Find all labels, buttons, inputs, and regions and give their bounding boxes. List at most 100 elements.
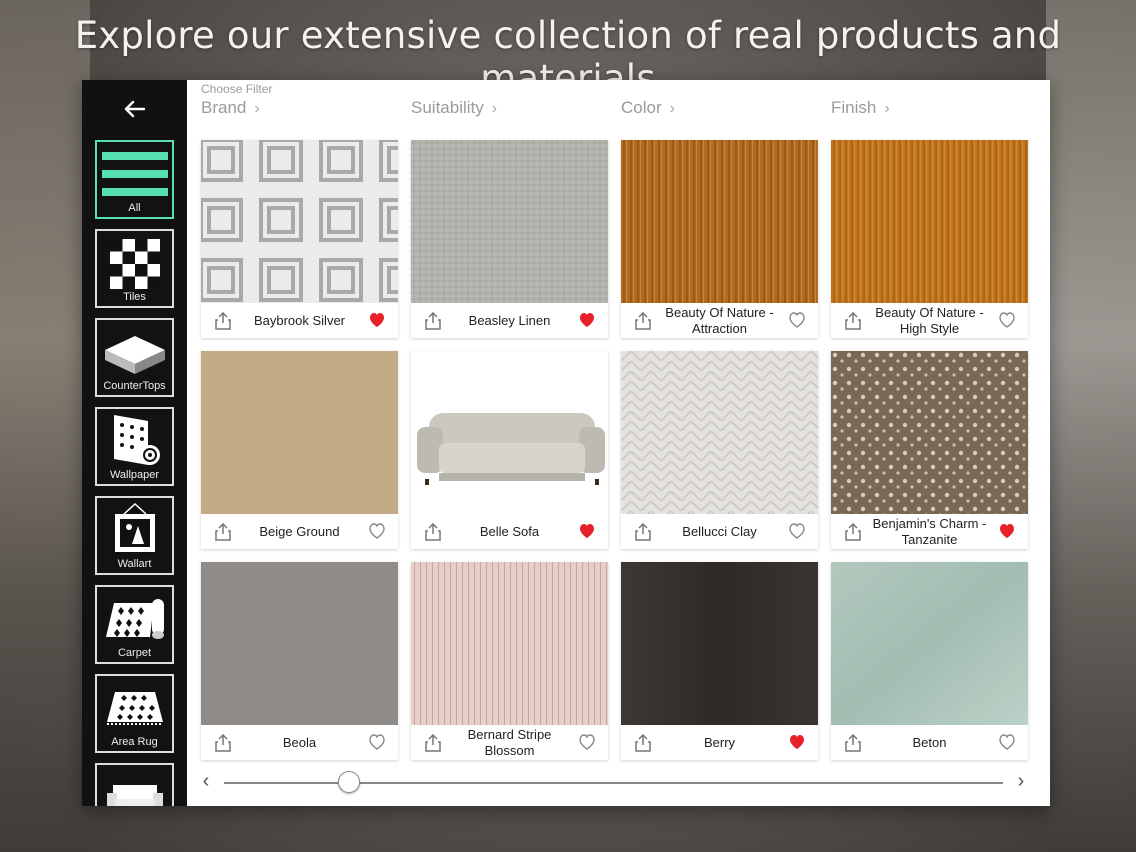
scroll-thumb[interactable] [337, 771, 360, 793]
heart-outline-icon[interactable] [368, 522, 386, 540]
carpet-roll-icon [105, 599, 164, 639]
filter-brand[interactable]: Brand › [201, 98, 260, 118]
filter-finish[interactable]: Finish › [831, 98, 890, 118]
heart-outline-icon[interactable] [998, 311, 1016, 329]
heart-outline-icon[interactable] [788, 522, 806, 540]
category-tiles[interactable]: Tiles [95, 229, 174, 308]
arrow-left-icon [124, 100, 146, 118]
product-swatch[interactable] [621, 562, 818, 725]
product-info-bar: Benjamin's Charm - Tanzanite [831, 514, 1028, 549]
heart-filled-icon[interactable] [368, 311, 386, 329]
filter-label: Brand [201, 98, 247, 117]
category-label: Tiles [123, 291, 146, 303]
product-swatch[interactable] [831, 140, 1028, 303]
share-icon[interactable] [215, 733, 231, 752]
heart-outline-icon[interactable] [578, 733, 596, 751]
product-swatch[interactable] [201, 351, 398, 514]
category-furniture[interactable] [95, 763, 174, 806]
filter-color[interactable]: Color › [621, 98, 675, 118]
share-icon[interactable] [635, 522, 651, 541]
product-tile[interactable]: Beige Ground [201, 351, 398, 549]
framed-art-icon [114, 502, 155, 552]
product-tile[interactable]: Berry [621, 562, 818, 760]
background-blur-right [1046, 0, 1136, 852]
product-info-bar: Belle Sofa [411, 514, 608, 549]
chevron-right-icon: › [884, 100, 890, 117]
filter-label: Suitability [411, 98, 484, 117]
share-icon[interactable] [845, 733, 861, 752]
product-tile[interactable]: Beauty Of Nature - High Style [831, 140, 1028, 338]
product-tile[interactable]: Baybrook Silver [199, 138, 423, 338]
product-tile[interactable]: Beasley Linen [411, 140, 608, 338]
share-icon[interactable] [845, 311, 861, 330]
category-countertops[interactable]: CounterTops [95, 318, 174, 397]
product-name: Beauty Of Nature - High Style [875, 304, 984, 336]
category-label: Carpet [117, 647, 152, 659]
filter-caption: Choose Filter [201, 82, 273, 96]
heart-filled-icon[interactable] [578, 311, 596, 329]
product-swatch[interactable] [831, 562, 1028, 725]
product-swatch[interactable] [201, 562, 398, 725]
product-info-bar: Berry [621, 725, 818, 760]
product-tile[interactable]: Bernard Stripe Blossom [411, 562, 608, 760]
heart-filled-icon[interactable] [788, 733, 806, 751]
heart-outline-icon[interactable] [368, 733, 386, 751]
category-area-rug[interactable]: Area Rug [95, 674, 174, 753]
heart-filled-icon[interactable] [998, 522, 1016, 540]
product-info-bar: Beauty Of Nature - Attraction [621, 303, 818, 338]
chevron-right-icon[interactable]: › [1011, 770, 1031, 793]
chevron-right-icon: › [669, 100, 675, 117]
heart-outline-icon[interactable] [998, 733, 1016, 751]
product-tile[interactable]: Beola [201, 562, 398, 760]
area-rug-icon [106, 692, 163, 725]
product-info-bar: Beola [201, 725, 398, 760]
product-tile[interactable]: Bellucci Clay [621, 351, 818, 549]
category-carpet[interactable]: Carpet [95, 585, 174, 664]
chevron-left-icon[interactable]: ‹ [196, 770, 216, 793]
product-swatch[interactable] [411, 140, 608, 303]
list-icon [101, 152, 168, 196]
sofa-icon [106, 785, 163, 806]
heart-filled-icon[interactable] [578, 522, 596, 540]
filter-label: Color [621, 98, 662, 117]
share-icon[interactable] [635, 311, 651, 330]
product-name: Beola [282, 734, 317, 750]
product-name: Baybrook Silver [253, 312, 346, 328]
product-info-bar: Bernard Stripe Blossom [411, 725, 608, 760]
share-icon[interactable] [635, 733, 651, 752]
product-info-bar: Baybrook Silver [201, 303, 398, 338]
category-label: Wallart [117, 558, 152, 570]
share-icon[interactable] [425, 311, 441, 330]
category-wallpaper[interactable]: Wallpaper [95, 407, 174, 486]
product-swatch[interactable] [621, 140, 818, 303]
chevron-right-icon: › [491, 100, 498, 117]
share-icon[interactable] [845, 522, 861, 541]
wallpaper-roll-icon [113, 415, 160, 465]
share-icon[interactable] [215, 522, 231, 541]
product-swatch[interactable] [199, 138, 423, 303]
product-name: Benjamin's Charm - Tanzanite [872, 515, 987, 547]
product-info-bar: Bellucci Clay [621, 514, 818, 549]
product-swatch[interactable] [831, 351, 1028, 514]
checker-tiles-icon [109, 239, 160, 289]
back-button[interactable] [112, 94, 156, 124]
category-wallart[interactable]: Wallart [95, 496, 174, 575]
share-icon[interactable] [425, 733, 441, 752]
heart-outline-icon[interactable] [788, 311, 806, 329]
product-swatch[interactable] [411, 562, 608, 725]
chevron-right-icon: › [254, 100, 260, 117]
share-icon[interactable] [425, 522, 441, 541]
product-swatch[interactable] [411, 351, 608, 514]
product-tile[interactable]: Beauty Of Nature - Attraction [621, 140, 818, 338]
filter-suitability[interactable]: Suitability › [411, 98, 497, 118]
product-swatch[interactable] [621, 351, 818, 514]
product-tile[interactable]: Beton [831, 562, 1028, 760]
category-all[interactable]: All [95, 140, 174, 219]
product-tile[interactable]: Benjamin's Charm - Tanzanite [831, 351, 1028, 549]
product-tile[interactable]: Belle Sofa [411, 351, 608, 549]
product-name: Bernard Stripe Blossom [467, 726, 552, 758]
share-icon[interactable] [215, 311, 231, 330]
filter-label: Finish [831, 98, 877, 117]
horizontal-scroller[interactable]: ‹ › [187, 766, 1050, 800]
category-label: Wallpaper [109, 469, 160, 481]
